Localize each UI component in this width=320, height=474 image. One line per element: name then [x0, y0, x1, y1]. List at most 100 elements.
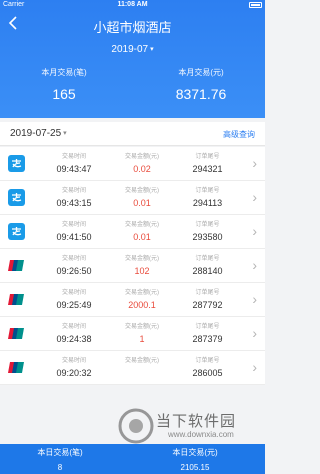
- order-column: 订单尾号 287792: [180, 287, 235, 310]
- battery-icon: [249, 2, 262, 8]
- order-header: 订单尾号: [195, 256, 220, 262]
- watermark-url: www.downxia.com: [168, 430, 234, 439]
- daily-count-value: 8: [57, 463, 63, 472]
- amount-header: 交易金额(元): [125, 154, 159, 160]
- order-value: 286005: [192, 368, 223, 378]
- date-value: 2019-07-25: [10, 128, 62, 139]
- amount-value: 1: [139, 334, 145, 344]
- amount-column: 交易金额(元): [112, 355, 172, 368]
- amount-value: 2000.1: [128, 300, 156, 310]
- monthly-count-label: 本月交易(笔): [41, 68, 87, 77]
- order-header: 订单尾号: [195, 154, 220, 160]
- order-value: 288140: [192, 266, 223, 276]
- time-value: 09:26:50: [56, 266, 92, 276]
- order-header: 订单尾号: [195, 324, 220, 330]
- order-value: 294321: [192, 164, 223, 174]
- amount-column: 交易金额(元) 102: [112, 253, 172, 276]
- daily-count: 本日交易(笔) 8: [10, 447, 110, 472]
- monthly-amount-label: 本月交易(元): [178, 68, 224, 77]
- monthly-amount-value: 8371.76: [175, 86, 227, 102]
- monthly-count-value: 165: [52, 86, 76, 102]
- amount-value: 0.02: [133, 164, 151, 174]
- order-column: 订单尾号 293580: [180, 219, 235, 242]
- amount-value: 0.01: [133, 232, 151, 242]
- time-column: 交易时间 09:20:32: [44, 355, 104, 378]
- time-column: 交易时间 09:41:50: [44, 219, 104, 242]
- order-column: 订单尾号 294321: [180, 151, 235, 174]
- time-header: 交易时间: [61, 358, 86, 364]
- advanced-query-link[interactable]: 高级查询: [223, 129, 255, 140]
- unionpay-icon: [8, 257, 25, 274]
- month-value: 2019-07: [111, 44, 149, 55]
- chevron-right-icon: ›: [252, 223, 257, 239]
- date-filter-bar: 2019-07-25 ▾ 高级查询: [0, 122, 265, 146]
- amount-header: 交易金额(元): [125, 324, 159, 330]
- time-column: 交易时间 09:26:50: [44, 253, 104, 276]
- chevron-down-icon: ▾: [63, 130, 67, 137]
- clock: 11:08 AM: [117, 1, 148, 8]
- amount-header: 交易金额(元): [125, 188, 159, 194]
- amount-header: 交易金额(元): [125, 358, 159, 364]
- time-value: 09:41:50: [56, 232, 92, 242]
- transaction-row[interactable]: 交易时间 09:43:47 交易金额(元) 0.02 订单尾号 294321 ›: [0, 147, 265, 181]
- amount-header: 交易金额(元): [125, 222, 159, 228]
- order-column: 订单尾号 286005: [180, 355, 235, 378]
- amount-value: 0.01: [133, 198, 151, 208]
- chevron-right-icon: ›: [252, 189, 257, 205]
- amount-value: 102: [134, 266, 150, 276]
- time-header: 交易时间: [61, 256, 86, 262]
- daily-amount-label: 本日交易(元): [172, 448, 218, 457]
- order-value: 287379: [192, 334, 223, 344]
- time-value: 09:43:47: [56, 164, 92, 174]
- transaction-list: 交易时间 09:43:47 交易金额(元) 0.02 订单尾号 294321 › 交易时间 09…: [0, 147, 265, 385]
- alipay-icon: [8, 189, 25, 206]
- amount-header: 交易金额(元): [125, 290, 159, 296]
- transaction-row[interactable]: 交易时间 09:41:50 交易金额(元) 0.01 订单尾号 293580 ›: [0, 215, 265, 249]
- time-column: 交易时间 09:24:38: [44, 321, 104, 344]
- chevron-right-icon: ›: [252, 325, 257, 341]
- date-selector[interactable]: 2019-07-25 ▾: [10, 128, 67, 139]
- time-header: 交易时间: [61, 188, 86, 194]
- time-column: 交易时间 09:43:47: [44, 151, 104, 174]
- chevron-right-icon: ›: [252, 291, 257, 307]
- unionpay-icon: [8, 325, 25, 342]
- order-header: 订单尾号: [195, 222, 220, 228]
- page-title: 小超市烟酒店: [93, 20, 172, 35]
- order-value: 293580: [192, 232, 223, 242]
- amount-column: 交易金额(元) 0.02: [112, 151, 172, 174]
- amount-header: 交易金额(元): [125, 256, 159, 262]
- time-column: 交易时间 09:25:49: [44, 287, 104, 310]
- time-header: 交易时间: [61, 324, 86, 330]
- chevron-right-icon: ›: [252, 359, 257, 375]
- time-value: 09:25:49: [56, 300, 92, 310]
- transaction-row[interactable]: 交易时间 09:20:32 交易金额(元) 订单尾号 286005 ›: [0, 351, 265, 385]
- daily-count-label: 本日交易(笔): [37, 448, 83, 457]
- order-header: 订单尾号: [195, 358, 220, 364]
- amount-column: 交易金额(元) 2000.1: [112, 287, 172, 310]
- monthly-amount-stat: 本月交易(元) 8371.76: [141, 67, 261, 102]
- order-column: 订单尾号 287379: [180, 321, 235, 344]
- time-header: 交易时间: [61, 222, 86, 228]
- watermark-text: 当下软件园: [156, 413, 237, 430]
- order-header: 订单尾号: [195, 188, 220, 194]
- monthly-count-stat: 本月交易(笔) 165: [4, 67, 124, 102]
- status-bar: Carrier 11:08 AM: [0, 0, 265, 10]
- chevron-right-icon: ›: [252, 155, 257, 171]
- chevron-down-icon: ▾: [150, 46, 154, 53]
- amount-column: 交易金额(元) 0.01: [112, 219, 172, 242]
- unionpay-icon: [8, 291, 25, 308]
- transaction-row[interactable]: 交易时间 09:26:50 交易金额(元) 102 订单尾号 288140 ›: [0, 249, 265, 283]
- order-value: 287792: [192, 300, 223, 310]
- daily-summary-bar: 本日交易(笔) 8 本日交易(元) 2105.15: [0, 444, 265, 474]
- order-column: 订单尾号 288140: [180, 253, 235, 276]
- time-header: 交易时间: [61, 154, 86, 160]
- time-value: 09:43:15: [56, 198, 92, 208]
- daily-amount-value: 2105.15: [180, 463, 210, 472]
- chevron-right-icon: ›: [252, 257, 257, 273]
- transaction-row[interactable]: 交易时间 09:24:38 交易金额(元) 1 订单尾号 287379 ›: [0, 317, 265, 351]
- alipay-icon: [8, 155, 25, 172]
- transaction-row[interactable]: 交易时间 09:43:15 交易金额(元) 0.01 订单尾号 294113 ›: [0, 181, 265, 215]
- transaction-row[interactable]: 交易时间 09:25:49 交易金额(元) 2000.1 订单尾号 287792 ›: [0, 283, 265, 317]
- month-selector[interactable]: 2019-07 ▾: [0, 44, 265, 55]
- daily-amount: 本日交易(元) 2105.15: [145, 447, 245, 472]
